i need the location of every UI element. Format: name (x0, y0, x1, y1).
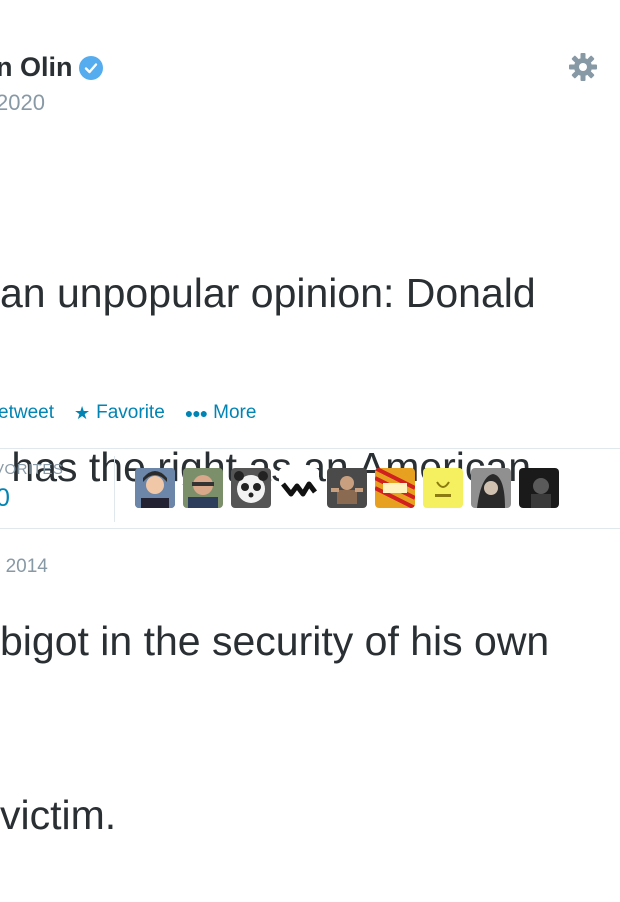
avatar[interactable] (231, 468, 271, 508)
avatar[interactable] (327, 468, 367, 508)
verified-check-icon (78, 55, 103, 80)
tweet-line: bigot in the security of his own (0, 618, 550, 664)
user-handle[interactable]: 2020 (0, 90, 45, 116)
stats-separator (114, 456, 115, 522)
ellipsis-icon: ●●● (184, 405, 208, 421)
retweet-label: etweet (0, 402, 54, 423)
tweet-timestamp[interactable]: r 2014 (0, 556, 48, 578)
tweet-text: an unpopular opinion: Donald has the rig… (0, 148, 620, 902)
favorites-count[interactable]: 0 (0, 484, 10, 513)
tweet-actions: etweet ★ Favorite ●●● More (0, 402, 276, 424)
user-name-text[interactable]: n Olin (0, 52, 73, 83)
favoriter-avatars (135, 468, 559, 508)
avatar[interactable] (279, 468, 319, 508)
avatar[interactable] (183, 468, 223, 508)
avatar[interactable] (423, 468, 463, 508)
avatar[interactable] (519, 468, 559, 508)
avatar[interactable] (135, 468, 175, 508)
more-label: More (213, 402, 257, 423)
avatar[interactable] (375, 468, 415, 508)
favorite-label: Favorite (96, 402, 165, 423)
user-name[interactable]: n Olin (0, 52, 103, 83)
favorite-button[interactable]: ★ Favorite (74, 402, 165, 424)
divider (0, 528, 620, 529)
favorites-label: VORITES (0, 461, 64, 478)
tweet-line: an unpopular opinion: Donald (0, 270, 536, 316)
star-icon: ★ (73, 402, 91, 423)
tweet-line: victim. (0, 792, 117, 838)
avatar[interactable] (471, 468, 511, 508)
retweet-button[interactable]: etweet (0, 402, 54, 424)
more-button[interactable]: ●●● More (185, 402, 257, 424)
gear-icon[interactable] (566, 50, 600, 84)
divider (0, 448, 620, 449)
